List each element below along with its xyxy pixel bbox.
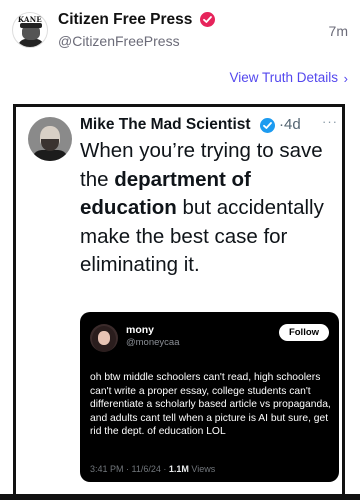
quoted-tweet-text: oh btw middle schoolers can't read, high… xyxy=(90,372,331,437)
verified-badge-icon xyxy=(200,12,215,27)
avatar-face xyxy=(98,331,110,345)
tweet-author-avatar xyxy=(28,117,72,161)
avatar-figure-body xyxy=(18,39,44,47)
post-header: KANE Citizen Free Press @CitizenFreePres… xyxy=(0,0,360,62)
tweet-author-name: Mike The Mad Scientist xyxy=(80,116,251,133)
quoted-author-name: mony xyxy=(126,324,155,336)
bottom-border xyxy=(0,494,360,500)
author-avatar[interactable]: KANE xyxy=(12,12,48,48)
more-options-icon: ··· xyxy=(322,114,338,129)
author-handle[interactable]: @CitizenFreePress xyxy=(58,33,180,49)
tweet-time: ·4d xyxy=(279,116,301,133)
views-count: 1.1M xyxy=(168,464,189,474)
chevron-right-icon[interactable]: › xyxy=(344,71,348,86)
follow-button: Follow xyxy=(279,324,329,341)
quoted-author-handle: @moneycaa xyxy=(126,337,180,348)
quoted-tweet-card: mony @moneycaa Follow oh btw middle scho… xyxy=(80,312,339,482)
quoted-author-avatar xyxy=(90,324,118,352)
view-truth-details-link[interactable]: View Truth Details xyxy=(229,70,338,85)
views-label: Views xyxy=(191,464,216,474)
post-timestamp: 7m xyxy=(328,23,348,39)
avatar-logo-text: KANE xyxy=(17,15,43,24)
tweet-body: When you’re trying to save the departmen… xyxy=(80,137,342,280)
quoted-timestamp: 3:41 PM · 11/6/24 · xyxy=(90,464,167,474)
avatar-shirt xyxy=(32,150,68,161)
twitter-verified-icon xyxy=(260,118,275,133)
quoted-tweet-meta: 3:41 PM · 11/6/24 · 1.1M Views xyxy=(90,464,215,474)
tweet-time-value: 4d xyxy=(284,116,301,133)
embedded-tweet-image[interactable]: Mike The Mad Scientist ·4d ··· When you’… xyxy=(13,104,345,500)
author-display-name[interactable]: Citizen Free Press xyxy=(58,11,192,29)
